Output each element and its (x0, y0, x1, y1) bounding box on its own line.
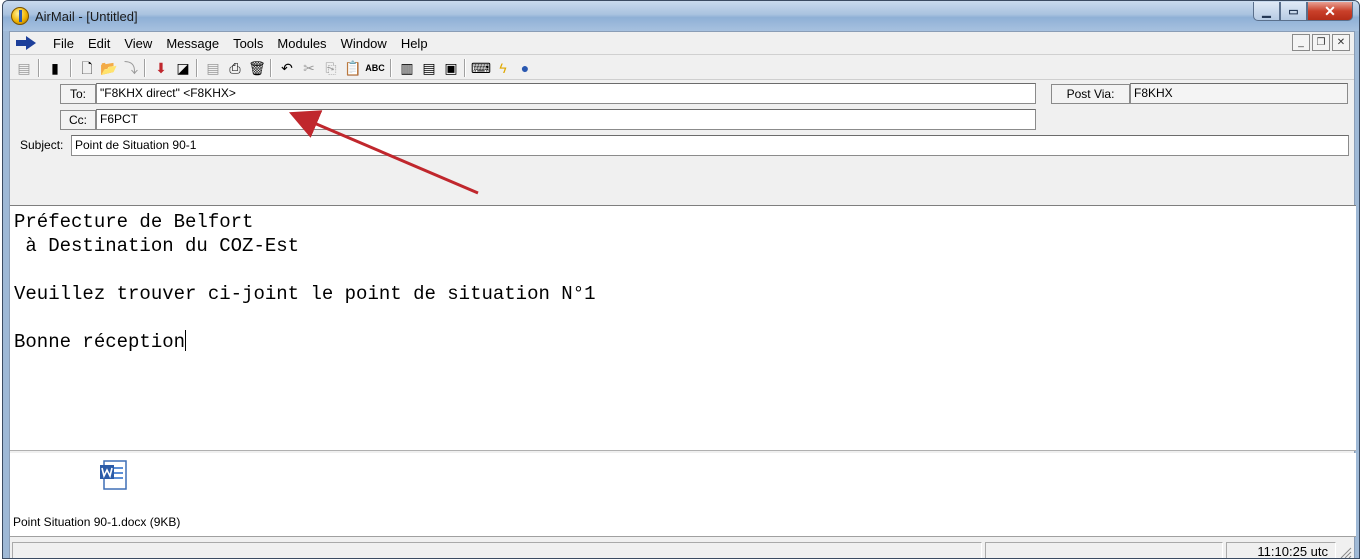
menu-edit[interactable]: Edit (81, 35, 117, 52)
post-via-field[interactable]: F8KHX (1130, 83, 1348, 104)
delete-icon[interactable]: 🗑 (248, 59, 266, 77)
new-document-icon[interactable]: 🗋 (78, 59, 96, 77)
book-icon[interactable]: ▮ (46, 59, 64, 77)
message-body-editor[interactable]: Préfecture de Belfort à Destination du C… (10, 205, 1356, 451)
menu-file[interactable]: File (46, 35, 81, 52)
body-line: Veuillez trouver ci-joint le point de si… (14, 283, 596, 305)
attachments-pane: Point Situation 90-1.docx (9KB) (10, 453, 1356, 537)
mdi-restore-button[interactable]: ❐ (1312, 34, 1330, 51)
to-field[interactable]: "F8KHX direct" <F8KHX> (96, 83, 1036, 104)
cut-icon[interactable]: ✂ (300, 59, 318, 77)
attachment-label[interactable]: Point Situation 90-1.docx (9KB) (13, 515, 180, 529)
send-outbox-icon[interactable]: ⬇ (152, 59, 170, 77)
send-arrow-icon[interactable] (16, 36, 36, 50)
menu-message[interactable]: Message (159, 35, 226, 52)
layout-icon[interactable]: ▤ (15, 59, 33, 77)
open-folder-icon[interactable]: 📂 (100, 59, 118, 77)
word-document-icon[interactable] (98, 459, 130, 491)
menu-bar: File Edit View Message Tools Modules Win… (10, 32, 1354, 55)
body-line: à Destination du COZ-Est (14, 235, 300, 257)
cc-field[interactable]: F6PCT (96, 109, 1036, 130)
copy-icon[interactable]: ⎘ (322, 59, 340, 77)
view-layout-3-icon[interactable]: ▣ (442, 59, 460, 77)
globe-icon[interactable]: ● (516, 59, 534, 77)
body-line (14, 306, 1352, 330)
terminal-icon[interactable]: ⌨ (471, 59, 491, 77)
reply-icon[interactable]: ⤵ (122, 59, 140, 77)
cc-button[interactable]: Cc: (60, 110, 96, 130)
paste-icon[interactable]: 📋 (344, 59, 362, 77)
menu-view[interactable]: View (117, 35, 159, 52)
subject-label: Subject: (20, 138, 64, 152)
view-layout-1-icon[interactable]: ▥ (398, 59, 416, 77)
title-bar: AirMail - [Untitled] ▁ ▭ ✕ (3, 1, 1359, 31)
spellcheck-icon[interactable]: ABC (365, 59, 385, 77)
close-button[interactable]: ✕ (1307, 2, 1353, 21)
menu-window[interactable]: Window (334, 35, 394, 52)
menu-modules[interactable]: Modules (270, 35, 333, 52)
subject-field[interactable]: Point de Situation 90-1 (71, 135, 1349, 156)
status-panel-main (12, 542, 982, 558)
window-title: AirMail - [Untitled] (35, 9, 138, 24)
body-line: Préfecture de Belfort (14, 211, 254, 233)
menu-help[interactable]: Help (394, 35, 435, 52)
save-icon[interactable]: ▤ (204, 59, 222, 77)
mdi-close-button[interactable]: ✕ (1332, 34, 1350, 51)
view-layout-2-icon[interactable]: ▤ (420, 59, 438, 77)
print-icon[interactable]: ⎙ (226, 59, 244, 77)
minimize-button[interactable]: ▁ (1253, 2, 1280, 21)
body-line-text: Bonne réception (14, 331, 186, 353)
mdi-minimize-button[interactable]: _ (1292, 34, 1310, 51)
maximize-button[interactable]: ▭ (1280, 2, 1307, 21)
status-bar: 11:10:25 utc (10, 540, 1354, 559)
lightning-icon[interactable]: ϟ (494, 59, 512, 77)
airmail-globe-icon (11, 7, 29, 25)
body-line (14, 258, 1352, 282)
resize-grip-icon[interactable] (1338, 545, 1352, 559)
status-panel-middle (985, 542, 1223, 558)
text-caret (185, 330, 187, 351)
status-time: 11:10:25 utc (1257, 544, 1328, 559)
message-window: File Edit View Message Tools Modules Win… (9, 31, 1356, 559)
to-button[interactable]: To: (60, 84, 96, 104)
attach-file-icon[interactable]: ◪ (174, 59, 192, 77)
app-window: AirMail - [Untitled] ▁ ▭ ✕ File Edit Vie… (2, 0, 1360, 559)
undo-icon[interactable]: ↶ (278, 59, 296, 77)
body-line-last: Bonne réception (14, 330, 1352, 354)
post-via-button[interactable]: Post Via: (1051, 84, 1130, 104)
menu-tools[interactable]: Tools (226, 35, 270, 52)
toolbar: ▤ ▮ 🗋 📂 ⤵ ⬇ ◪ ▤ ⎙ 🗑 ↶ ✂ ⎘ 📋 ABC ▥ ▤ ▣ ⌨ (10, 56, 1354, 80)
